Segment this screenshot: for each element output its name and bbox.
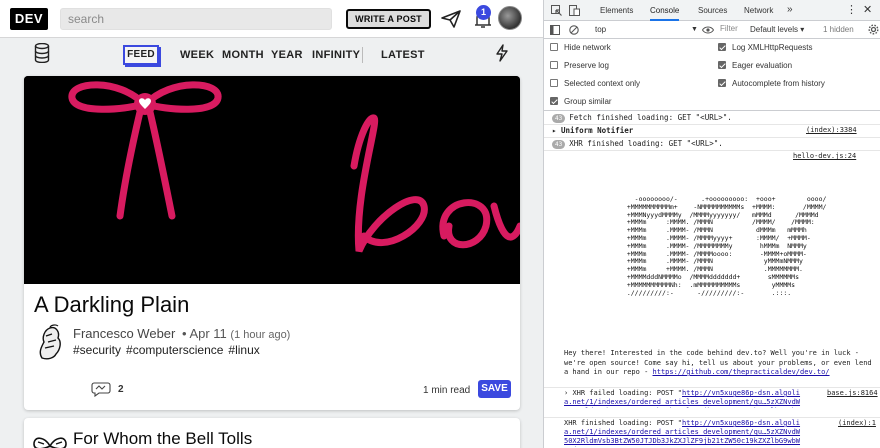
search-input[interactable]: [60, 8, 332, 30]
dev-logo[interactable]: DEV: [10, 8, 48, 30]
group-similar-checkbox[interactable]: Group similar: [550, 97, 612, 106]
device-toolbar-icon[interactable]: [569, 5, 580, 16]
author-avatar[interactable]: [36, 324, 64, 360]
send-icon[interactable]: [441, 10, 461, 28]
autocomplete-label: Autocomplete from history: [732, 79, 825, 88]
ascii-art-logo: -oooooooo/- .+ooooooooo: +ooo+ oooo/ +MM…: [626, 195, 827, 297]
eager-evaluation-label: Eager evaluation: [732, 61, 793, 70]
relative-time: (1 hour ago): [230, 329, 291, 341]
user-avatar[interactable]: [498, 6, 522, 30]
source-link[interactable]: hello-dev.js:24: [793, 152, 856, 160]
repeat-count-badge: 43: [552, 114, 566, 123]
read-time: 1 min read: [423, 385, 471, 396]
context-dropdown-icon[interactable]: ▼: [691, 26, 698, 33]
console-message: 43 Fetch finished loading: GET "<URL>".: [552, 113, 880, 123]
notification-badge: 1: [476, 5, 491, 20]
log-xhr-checkbox[interactable]: Log XMLHttpRequests: [718, 43, 813, 52]
database-icon[interactable]: [34, 43, 50, 63]
log-separator: [544, 124, 880, 125]
tab-month[interactable]: MONTH: [222, 49, 264, 61]
tab-feed[interactable]: FEED: [123, 45, 159, 65]
message-text: XHR finished loading: GET "<URL>".: [569, 139, 723, 148]
console-message: › XHR failed loading: POST "http://vn5xu…: [564, 389, 804, 408]
hide-network-checkbox[interactable]: Hide network: [550, 43, 611, 52]
autocomplete-checkbox[interactable]: Autocomplete from history: [718, 79, 825, 88]
tag-linux[interactable]: #linux: [228, 343, 259, 357]
devtools-tab-bar: Elements Console Sources Network » ⋮ ✕: [544, 0, 880, 21]
tab-infinity[interactable]: INFINITY: [312, 49, 360, 61]
eye-icon[interactable]: [702, 26, 714, 34]
hidden-count: 1 hidden: [823, 25, 854, 34]
tab-sources[interactable]: Sources: [698, 6, 727, 15]
more-tabs-icon[interactable]: »: [787, 4, 793, 15]
log-xhr-label: Log XMLHttpRequests: [732, 43, 813, 52]
tab-week[interactable]: WEEK: [180, 49, 214, 61]
filter-input[interactable]: Filter: [720, 24, 748, 36]
message-prefix: XHR finished loading: POST ": [564, 419, 683, 427]
comment-icon[interactable]: [91, 381, 111, 397]
group-similar-label: Group similar: [564, 97, 612, 106]
cover-image[interactable]: [24, 76, 520, 284]
kebab-menu-icon[interactable]: ⋮: [846, 3, 857, 16]
log-separator: [544, 387, 880, 388]
source-link[interactable]: (index):3384: [806, 126, 857, 134]
tag-computerscience[interactable]: #computerscience: [126, 343, 223, 357]
message-suffix: ".: [606, 446, 614, 447]
context-selector[interactable]: top: [595, 25, 606, 34]
publish-date: • Apr 11 (1 hour ago): [182, 326, 291, 341]
reactions-count: 2: [118, 384, 124, 395]
log-levels-dropdown[interactable]: Default levels ▾: [750, 25, 804, 34]
lightning-icon[interactable]: [495, 44, 509, 62]
console-message: 43 XHR finished loading: GET "<URL>".: [552, 139, 880, 149]
sidebar-toggle-icon[interactable]: [550, 25, 560, 35]
write-post-button[interactable]: WRITE A POST: [346, 9, 431, 29]
source-link[interactable]: base.js:8164: [827, 389, 878, 397]
tab-network[interactable]: Network: [744, 6, 773, 15]
author-avatar[interactable]: [32, 432, 68, 448]
inspect-icon[interactable]: [551, 5, 562, 16]
message-text: Fetch finished loading: GET "<URL>".: [569, 113, 732, 122]
article-card[interactable]: For Whom the Bell Tolls: [24, 418, 520, 448]
source-link[interactable]: (index):1: [838, 419, 876, 427]
tab-elements[interactable]: Elements: [600, 6, 633, 15]
dev-site: DEV WRITE A POST 1 FEED WEEK MONTH YEAR …: [0, 0, 543, 448]
preserve-log-label: Preserve log: [564, 61, 609, 70]
console-message: XHR finished loading: POST "http://vn5xu…: [564, 419, 804, 447]
console-toolbar: top ▼ Filter Default levels ▾ 1 hidden: [544, 21, 880, 39]
gear-icon[interactable]: [868, 24, 879, 35]
log-separator: [544, 150, 880, 151]
close-icon[interactable]: ✕: [863, 3, 872, 16]
tag-security[interactable]: #security: [73, 343, 121, 357]
date-text: Apr 11: [189, 326, 227, 341]
repeat-count-badge: 43: [552, 140, 566, 149]
github-link[interactable]: https://github.com/thepracticaldev/dev.t…: [653, 368, 830, 376]
eager-evaluation-checkbox[interactable]: Eager evaluation: [718, 61, 792, 70]
article-card[interactable]: A Darkling Plain Francesco Weber • Apr 1…: [24, 76, 520, 410]
tab-latest[interactable]: LATEST: [381, 49, 425, 61]
log-separator: [544, 137, 880, 138]
top-bar: DEV WRITE A POST 1: [0, 0, 543, 38]
author-name[interactable]: Francesco Weber: [73, 326, 175, 341]
tab-year[interactable]: YEAR: [271, 49, 303, 61]
selected-context-checkbox[interactable]: Selected context only: [550, 79, 640, 88]
selected-context-label: Selected context only: [564, 79, 641, 88]
tab-divider: [362, 47, 363, 63]
welcome-message: Hey there! Interested in the code behind…: [564, 349, 879, 378]
save-button[interactable]: SAVE: [478, 380, 511, 398]
article-title[interactable]: A Darkling Plain: [34, 292, 189, 318]
group-title: Uniform Notifier: [561, 126, 634, 135]
message-prefix: XHR failed loading: POST ": [572, 389, 683, 397]
console-settings: Hide network Preserve log Selected conte…: [544, 39, 880, 111]
preserve-log-checkbox[interactable]: Preserve log: [550, 61, 609, 70]
clear-console-icon[interactable]: [569, 25, 579, 35]
log-separator: [544, 417, 880, 418]
article-title[interactable]: For Whom the Bell Tolls: [73, 429, 252, 448]
tab-console[interactable]: Console: [650, 6, 680, 21]
devtools-panel: Elements Console Sources Network » ⋮ ✕ t…: [543, 0, 880, 448]
tag-list: #security #computerscience #linux: [73, 343, 265, 357]
hide-network-label: Hide network: [564, 43, 611, 52]
